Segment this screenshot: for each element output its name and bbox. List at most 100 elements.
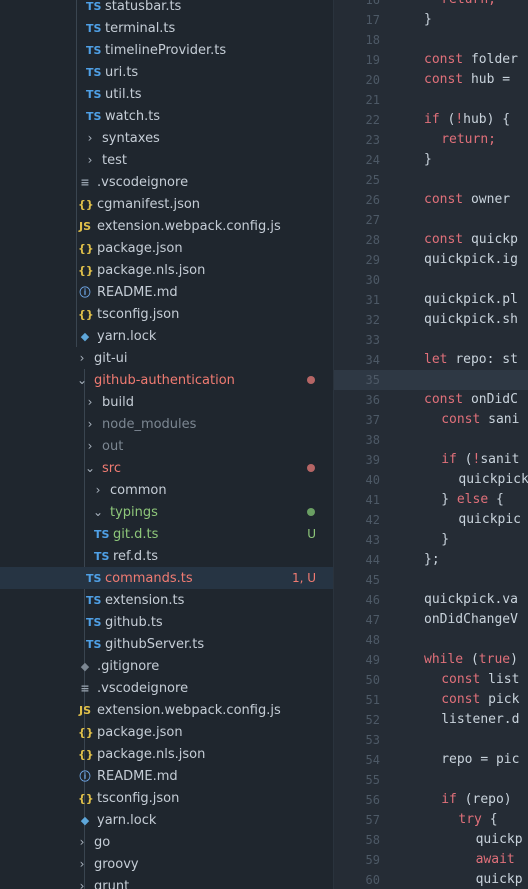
line-number: 55 [365, 773, 380, 787]
code-line[interactable]: 57 try { [334, 810, 528, 830]
line-number: 53 [365, 733, 380, 747]
code-line[interactable]: 34 let repo: st [334, 350, 528, 370]
code-line[interactable]: 37 const sani [334, 410, 528, 430]
tree-folder[interactable]: › out [0, 435, 333, 457]
code-text: quickp [475, 872, 523, 887]
tree-file[interactable]: TS statusbar.ts [0, 0, 333, 17]
chevron-right-icon: › [87, 417, 93, 431]
code-line[interactable]: 44}; [334, 550, 528, 570]
tree-folder[interactable]: ⌄ github-authentication [0, 369, 333, 391]
code-line[interactable]: 36 const onDidC [334, 390, 528, 410]
tree-item-label: github.ts [105, 614, 163, 630]
code-line[interactable]: 42 quickpic [334, 510, 528, 530]
code-line[interactable]: 22 if (!hub) { [334, 110, 528, 130]
code-line[interactable]: 56 if (repo) [334, 790, 528, 810]
tree-file[interactable]: TS watch.ts [0, 105, 333, 127]
tree-file[interactable]: TS ref.d.ts [0, 545, 333, 567]
code-line[interactable]: 54 repo = pic [334, 750, 528, 770]
tree-file[interactable]: ⓘ README.md [0, 765, 333, 787]
tree-file[interactable]: {} tsconfig.json [0, 787, 333, 809]
line-number: 35 [365, 373, 380, 387]
tree-folder[interactable]: › test [0, 149, 333, 171]
ts-icon: TS [86, 21, 102, 35]
code-line[interactable]: 25 [334, 170, 528, 190]
code-line[interactable]: 52 listener.d [334, 710, 528, 730]
tree-file[interactable]: {} cgmanifest.json [0, 193, 333, 215]
tree-file[interactable]: ⓘ README.md [0, 281, 333, 303]
line-number: 33 [365, 333, 380, 347]
tree-item-label: package.nls.json [97, 262, 206, 278]
tree-file[interactable]: {} tsconfig.json [0, 303, 333, 325]
code-line[interactable]: 23 return; [334, 130, 528, 150]
code-line[interactable]: 58 quickp [334, 830, 528, 850]
code-text: return; [441, 0, 496, 10]
tree-folder[interactable]: › go [0, 831, 333, 853]
code-line[interactable]: 28 const quickp [334, 230, 528, 250]
tree-folder[interactable]: › build [0, 391, 333, 413]
code-line[interactable]: 53 [334, 730, 528, 750]
code-line[interactable]: 24} [334, 150, 528, 170]
tree-file[interactable]: TS timelineProvider.ts [0, 39, 333, 61]
code-line[interactable]: 48 [334, 630, 528, 650]
tree-file[interactable]: TS uri.ts [0, 61, 333, 83]
tree-file[interactable]: TS terminal.ts [0, 17, 333, 39]
code-line[interactable]: 51 const pick [334, 690, 528, 710]
code-line[interactable]: 35 [334, 370, 528, 390]
code-line[interactable]: 21 [334, 90, 528, 110]
code-line[interactable]: 40 quickpick [334, 470, 528, 490]
tree-item-label: test [102, 152, 127, 168]
code-line[interactable]: 26 const owner [334, 190, 528, 210]
code-line[interactable]: 32 quickpick.sh [334, 310, 528, 330]
tree-folder[interactable]: › groovy [0, 853, 333, 875]
code-line[interactable]: 43} [334, 530, 528, 550]
tree-file[interactable]: ◆ yarn.lock [0, 809, 333, 831]
code-line[interactable]: 20 const hub = [334, 70, 528, 90]
tree-file[interactable]: TS git.d.ts U [0, 523, 333, 545]
tree-file[interactable]: TS extension.ts [0, 589, 333, 611]
tree-folder[interactable]: › git-ui [0, 347, 333, 369]
tree-file[interactable]: TS github.ts [0, 611, 333, 633]
code-line[interactable]: 49 while (true) [334, 650, 528, 670]
code-line[interactable]: 41} else { [334, 490, 528, 510]
code-line[interactable]: 19 const folder [334, 50, 528, 70]
tree-file[interactable]: ◆ .gitignore [0, 655, 333, 677]
tree-file[interactable]: TS util.ts [0, 83, 333, 105]
code-line[interactable]: 33 [334, 330, 528, 350]
tree-file[interactable]: {} package.nls.json [0, 259, 333, 281]
code-line[interactable]: 18 [334, 30, 528, 50]
tree-file[interactable]: {} package.json [0, 237, 333, 259]
code-line[interactable]: 31 quickpick.pl [334, 290, 528, 310]
code-line[interactable]: 55 [334, 770, 528, 790]
tree-folder[interactable]: › grunt [0, 875, 333, 889]
tree-file[interactable]: {} package.nls.json [0, 743, 333, 765]
tree-folder[interactable]: › node_modules [0, 413, 333, 435]
tree-file[interactable]: ≡ .vscodeignore [0, 677, 333, 699]
tree-file[interactable]: ≡ .vscodeignore [0, 171, 333, 193]
code-line[interactable]: 39 if (!sanit [334, 450, 528, 470]
code-line[interactable]: 30 [334, 270, 528, 290]
tree-file[interactable]: JS extension.webpack.config.js [0, 699, 333, 721]
code-line[interactable]: 60 quickp [334, 870, 528, 889]
json-icon: {} [78, 241, 94, 255]
code-line[interactable]: 45 [334, 570, 528, 590]
tree-folder[interactable]: › syntaxes [0, 127, 333, 149]
code-line[interactable]: 47 onDidChangeV [334, 610, 528, 630]
code-line[interactable]: 17} [334, 10, 528, 30]
code-line[interactable]: 38 [334, 430, 528, 450]
code-line[interactable]: 59 await [334, 850, 528, 870]
tree-folder[interactable]: ⌄ src [0, 457, 333, 479]
code-line[interactable]: 27 [334, 210, 528, 230]
code-line[interactable]: 50 const list [334, 670, 528, 690]
tree-folder[interactable]: › common [0, 479, 333, 501]
code-editor[interactable]: 16return;17}1819const folder20const hub … [334, 0, 528, 889]
tree-folder[interactable]: ⌄ typings [0, 501, 333, 523]
tree-file[interactable]: JS extension.webpack.config.js [0, 215, 333, 237]
code-line[interactable]: 29 quickpick.ig [334, 250, 528, 270]
code-line[interactable]: 46 quickpick.va [334, 590, 528, 610]
code-line[interactable]: 16 return; [334, 0, 528, 10]
tree-file[interactable]: {} package.json [0, 721, 333, 743]
tree-file[interactable]: TS githubServer.ts [0, 633, 333, 655]
tree-item-label: build [102, 394, 134, 410]
tree-file[interactable]: ◆ yarn.lock [0, 325, 333, 347]
tree-file[interactable]: TS commands.ts 1, U [0, 567, 333, 589]
